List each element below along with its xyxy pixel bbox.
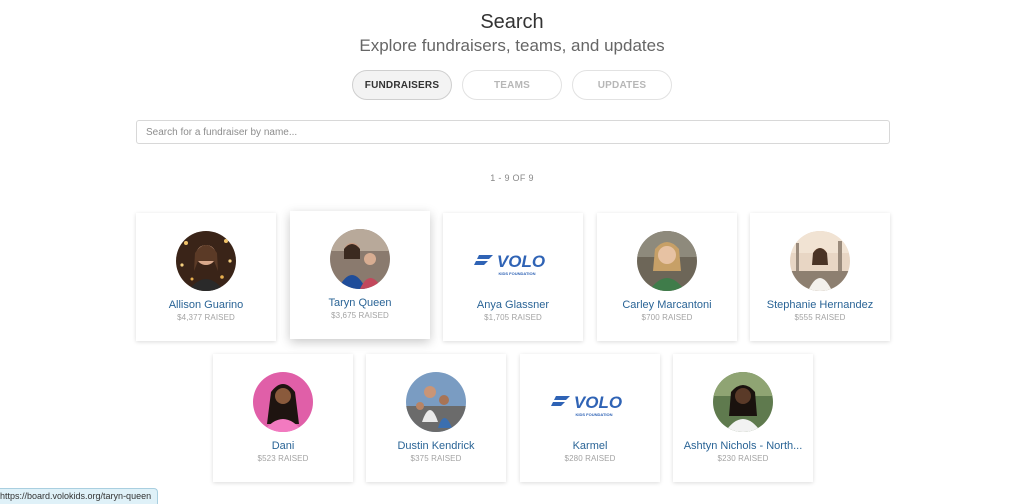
fundraiser-card[interactable]: Carley Marcantoni $700 RAISED	[597, 213, 737, 341]
page-subtitle: Explore fundraisers, teams, and updates	[359, 36, 665, 55]
amount-raised: $280 RAISED	[564, 454, 616, 463]
amount-raised: $3,675 RAISED	[331, 311, 389, 320]
amount-raised: $4,377 RAISED	[177, 313, 235, 322]
fundraiser-card[interactable]: Dani $523 RAISED	[213, 354, 353, 482]
fundraiser-name[interactable]: Dustin Kendrick	[370, 440, 502, 452]
amount-raised: $700 RAISED	[641, 313, 693, 322]
fundraiser-card[interactable]: Stephanie Hernandez $555 RAISED	[750, 213, 890, 341]
avatar	[713, 372, 773, 432]
logo-text: VOLO	[497, 252, 545, 271]
avatar	[330, 229, 390, 289]
amount-raised: $230 RAISED	[717, 454, 769, 463]
fundraiser-name[interactable]: Stephanie Hernandez	[754, 299, 886, 311]
fundraiser-name[interactable]: Taryn Queen	[294, 297, 426, 309]
fundraiser-card[interactable]: Allison Guarino $4,377 RAISED	[136, 213, 276, 341]
search-tabs: FUNDRAISERS TEAMS UPDATES	[352, 70, 672, 100]
logo-subtext: KIDS FOUNDATION	[575, 412, 612, 417]
fundraiser-name[interactable]: Dani	[217, 440, 349, 452]
fundraiser-name[interactable]: Carley Marcantoni	[601, 299, 733, 311]
logo-text: VOLO	[574, 393, 622, 412]
fundraiser-name[interactable]: Karmel	[524, 440, 656, 452]
fundraiser-name[interactable]: Ashtyn Nichols - North...	[677, 440, 809, 452]
avatar	[253, 372, 313, 432]
avatar	[406, 372, 466, 432]
amount-raised: $523 RAISED	[257, 454, 309, 463]
tab-updates[interactable]: UPDATES	[572, 70, 672, 100]
fundraiser-card[interactable]: Taryn Queen $3,675 RAISED	[290, 211, 430, 339]
fundraiser-card[interactable]: VOLO KIDS FOUNDATION Anya Glassner $1,70…	[443, 213, 583, 341]
fundraiser-search-input[interactable]	[136, 120, 890, 144]
fundraiser-card[interactable]: Dustin Kendrick $375 RAISED	[366, 354, 506, 482]
fundraiser-name[interactable]: Anya Glassner	[447, 299, 579, 311]
volo-logo: VOLO KIDS FOUNDATION	[473, 249, 553, 279]
avatar	[790, 231, 850, 291]
tab-fundraisers[interactable]: FUNDRAISERS	[352, 70, 452, 100]
volo-logo: VOLO KIDS FOUNDATION	[550, 390, 630, 420]
page-title: Search	[480, 11, 544, 33]
amount-raised: $1,705 RAISED	[484, 313, 542, 322]
fundraiser-name[interactable]: Allison Guarino	[140, 299, 272, 311]
fundraiser-card[interactable]: VOLO KIDS FOUNDATION Karmel $280 RAISED	[520, 354, 660, 482]
page-header: Search Explore fundraisers, teams, and u…	[0, 10, 1024, 57]
link-status-bar: https://board.volokids.org/taryn-queen	[0, 488, 159, 504]
avatar	[176, 231, 236, 291]
tab-teams[interactable]: TEAMS	[462, 70, 562, 100]
logo-subtext: KIDS FOUNDATION	[498, 271, 535, 276]
amount-raised: $375 RAISED	[410, 454, 462, 463]
amount-raised: $555 RAISED	[794, 313, 846, 322]
avatar	[637, 231, 697, 291]
results-count: 1 - 9 OF 9	[490, 173, 534, 183]
fundraiser-card[interactable]: Ashtyn Nichols - North... $230 RAISED	[673, 354, 813, 482]
